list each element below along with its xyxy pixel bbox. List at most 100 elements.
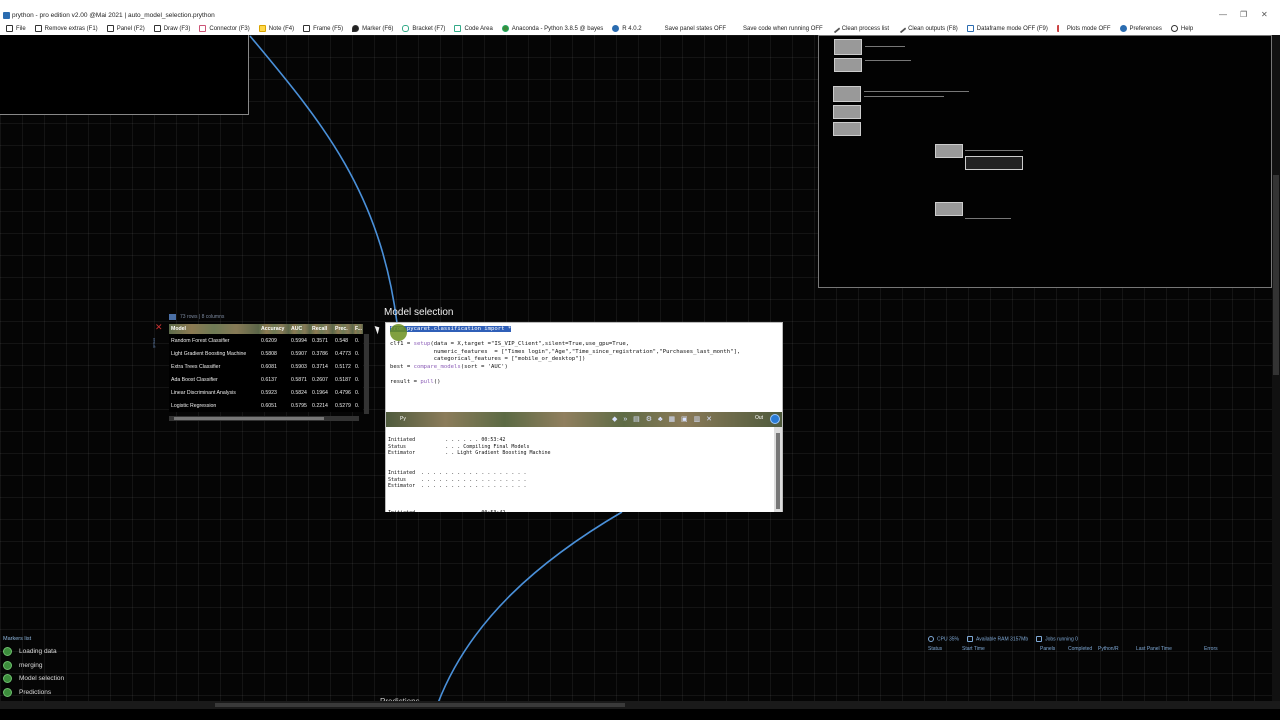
status-column: Panels [1040,646,1056,653]
ram-status: Available RAM 3157Mb [966,636,1028,642]
run-icon[interactable] [770,414,780,424]
table-row[interactable]: Linear Discriminant Analysis 0.5923 0.5824… [169,386,363,399]
minimap-panel [935,202,963,216]
output-scrollbar[interactable] [774,427,782,512]
minimap-line [965,150,1023,151]
marker-dot-icon [3,660,12,670]
cpu-icon [928,636,934,642]
table-row[interactable]: Light Gradient Boosting Machine 0.5808 0.5… [169,347,363,360]
table-cell: Ada Boost Classifier [169,373,259,386]
table-cell: 0.3786 [310,347,333,360]
scroll-thumb[interactable] [1273,175,1279,375]
table-cell: Logistic Regression [169,399,259,412]
table-row[interactable]: Ada Boost Classifier 0.6137 0.5871 0.2607 0.… [169,373,363,386]
table-cell: 0.5903 [289,360,310,373]
minimap-line [865,46,905,47]
scroll-thumb[interactable] [215,703,625,707]
language-label: Py [400,416,406,422]
marker-dot-icon [3,687,12,697]
jobs-icon [1036,636,1043,642]
status-panel: CPU 35% Available RAM 3157Mb Jobs runnin… [928,636,1224,652]
code-function: setup [413,341,431,348]
markers-list: Markers list Loading data merging Model … [3,636,64,699]
marker-label: Loading data [19,648,57,656]
table-info-text: 73 rows | 8 columns [180,313,225,320]
code-panel-toolbar: Py ◆ » ▤ ⚙ ♣ ▦ ▣ ▥ ✕ Out [386,412,782,427]
output-toggle[interactable]: Out [755,415,763,421]
canvas-vertical-scrollbar[interactable] [1272,35,1280,701]
table-cell: 0.2214 [310,399,333,412]
table-vertical-scrollbar[interactable] [364,334,369,414]
table-cell: 0. [353,347,363,360]
minimap[interactable] [818,35,1272,288]
marker-item[interactable]: Model selection [3,672,64,686]
column-header[interactable]: F... [353,324,363,334]
column-header[interactable]: Prec. [333,324,353,334]
table-cell: 0.5994 [289,334,310,347]
table-icon [169,313,176,320]
table-cell: 0. [353,373,363,386]
table-horizontal-scrollbar[interactable] [169,416,359,421]
code-text: categorical_features = ["mobile_or_deskt… [390,356,586,363]
column-header[interactable]: Model [169,324,259,334]
minimap-line [965,218,1011,219]
column-header[interactable]: Accuracy [259,324,289,334]
table-cell: 0. [353,360,363,373]
marker-item[interactable]: Loading data [3,645,64,659]
table-row[interactable]: Random Forest Classifier 0.6209 0.5994 0.35… [169,334,363,347]
minimap-panel [833,86,861,102]
connector-wire-bottom[interactable] [437,511,623,704]
result-table-panel[interactable]: 73 rows | 8 columns ✕ result Model Accur… [152,312,369,422]
code-text: (data = X,target ="IS_VIP_Client",silent… [430,341,630,348]
marker-label: merging [19,661,43,669]
bottom-strip [0,709,1280,720]
minimap-line [865,60,911,61]
table-cell: 0.6137 [259,373,289,386]
marker-item[interactable]: merging [3,659,64,673]
results-table: Model Accuracy AUC Recall Prec. F... Ran… [169,324,363,412]
panel-outline-top-left[interactable] [0,35,249,115]
minimap-line [864,96,944,97]
marker-item[interactable]: Predictions [3,686,64,700]
minimap-panel [935,144,963,158]
code-function: compare_models [413,363,461,370]
table-cell: 0.1964 [310,386,333,399]
code-editor[interactable]: from pycaret.classification import * clf… [390,326,740,387]
connector-wire-top[interactable] [249,35,398,324]
table-row[interactable]: Extra Trees Classifier 0.6081 0.5903 0.3714… [169,360,363,373]
minimap-panel [834,58,862,72]
panel-action-icons[interactable]: ◆ » ▤ ⚙ ♣ ▦ ▣ ▥ ✕ [612,415,714,423]
table-cell: 0.5871 [289,373,310,386]
table-cell: Light Gradient Boosting Machine [169,347,259,360]
table-cell: 0.548 [333,334,353,347]
minimap-panel [833,105,861,119]
cpu-text: CPU 35% [937,636,959,643]
code-text: () [433,379,441,386]
code-text: pycaret.classification import * [403,326,512,332]
status-column: Last Panel Time [1136,646,1172,653]
table-info: 73 rows | 8 columns [169,312,224,321]
code-panel[interactable]: from pycaret.classification import * clf… [385,322,783,512]
scroll-thumb[interactable] [776,433,780,509]
table-cell: 0.2607 [310,373,333,386]
scroll-thumb[interactable] [174,417,324,420]
status-column: Completed [1068,646,1093,653]
table-cell: 0.5187 [333,373,353,386]
marker-dot-icon [3,647,12,657]
table-cell: 0.5795 [289,399,310,412]
table-cell: 0.4796 [333,386,353,399]
table-cell: 0. [353,334,363,347]
code-text: numeric_features = ["Times login","Age",… [390,348,741,355]
cpu-status: CPU 35% [928,636,959,642]
table-side-label: result [152,338,157,348]
close-icon[interactable]: ✕ [155,322,163,333]
table-row[interactable]: Logistic Regression 0.6051 0.5795 0.2214 0.5… [169,399,363,412]
table-cell: 0.5172 [333,360,353,373]
jobs-status: Jobs running 0 [1036,636,1078,642]
code-panel-title[interactable]: Model selection [384,307,453,318]
column-header[interactable]: Recall [310,324,333,334]
column-header[interactable]: AUC [289,324,310,334]
markers-list-header[interactable]: Markers list [3,636,64,642]
code-text: (sort = 'AUC') [460,363,508,370]
canvas-horizontal-scrollbar[interactable] [0,701,1280,709]
